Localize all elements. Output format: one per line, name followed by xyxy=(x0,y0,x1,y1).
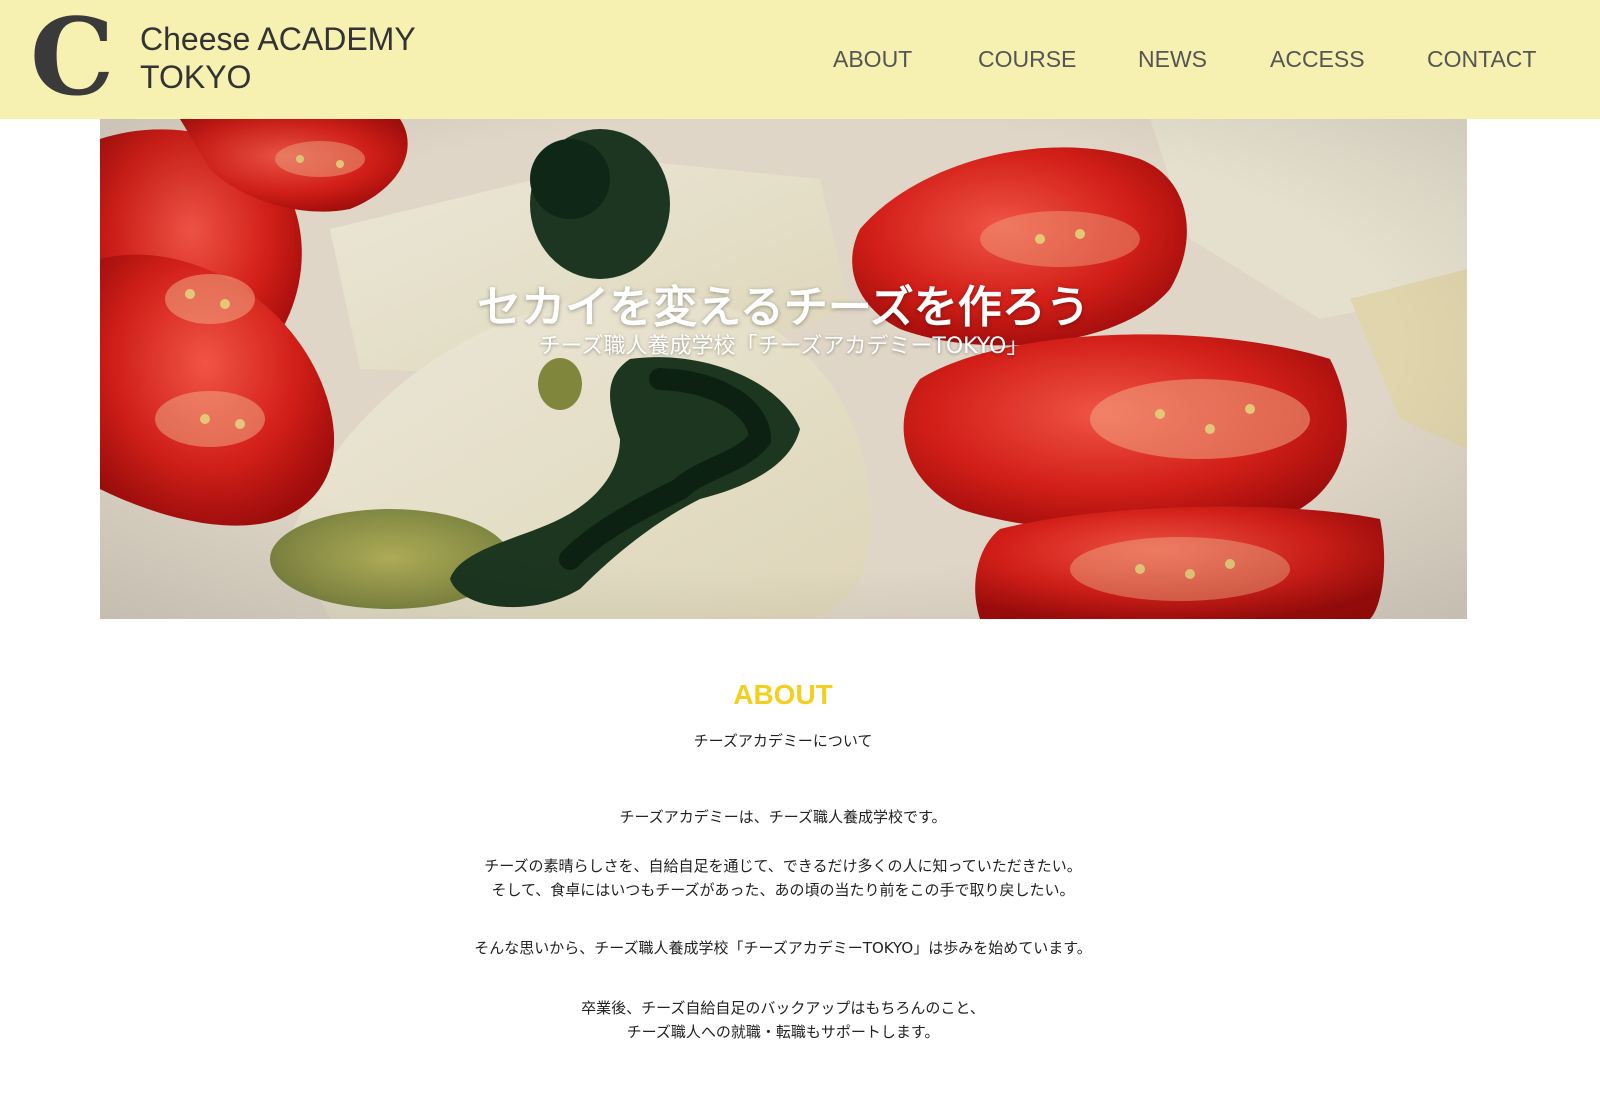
about-paragraph: チーズアカデミーは、チーズ職人養成学校です。 xyxy=(0,806,1566,830)
paragraph-line: チーズの素晴らしさを、自給自足を通じて、できるだけ多くの人に知っていただきたい。 xyxy=(484,857,1082,875)
hero-banner: セカイを変えるチーズを作ろう チーズ職人養成学校「チーズアカデミーTOKYO」 xyxy=(100,119,1467,619)
about-paragraph: そんな思いから、チーズ職人養成学校「チーズアカデミーTOKYO」は歩みを始めてい… xyxy=(0,937,1566,961)
paragraph-line: そして、食卓にはいつもチーズがあった、あの頃の当たり前をこの手で取り戻したい。 xyxy=(491,880,1075,899)
nav-news[interactable]: NEWS xyxy=(1138,44,1207,74)
site-header: C Cheese ACADEMY TOKYO ABOUT COURSE NEWS… xyxy=(0,0,1600,119)
about-paragraph: チーズの素晴らしさを、自給自足を通じて、できるだけ多くの人に知っていただきたい。… xyxy=(0,855,1566,902)
about-heading: ABOUT xyxy=(733,679,833,710)
about-subheading: チーズアカデミーについて xyxy=(693,732,873,750)
about-paragraph: 卒業後、チーズ自給自足のバックアップはもちろんのこと、 チーズ職人への就職・転職… xyxy=(0,997,1566,1044)
nav-contact[interactable]: CONTACT xyxy=(1427,44,1536,74)
hero-title: セカイを変えるチーズを作ろう xyxy=(477,282,1090,334)
main-nav: ABOUT COURSE NEWS ACCESS CONTACT xyxy=(0,44,1600,74)
nav-about[interactable]: ABOUT xyxy=(833,44,912,74)
nav-course[interactable]: COURSE xyxy=(978,44,1076,74)
paragraph-line: チーズアカデミーは、チーズ職人養成学校です。 xyxy=(619,808,947,826)
hero-image xyxy=(100,119,1467,619)
paragraph-line: そんな思いから、チーズ職人養成学校「チーズアカデミーTOKYO」は歩みを始めてい… xyxy=(474,939,1092,957)
nav-access[interactable]: ACCESS xyxy=(1270,44,1365,74)
hero-subtitle: チーズ職人養成学校「チーズアカデミーTOKYO」 xyxy=(538,334,1029,359)
paragraph-line: 卒業後、チーズ自給自足のバックアップはもちろんのこと、 xyxy=(581,999,985,1017)
paragraph-line: チーズ職人への就職・転職もサポートします。 xyxy=(626,1022,940,1041)
